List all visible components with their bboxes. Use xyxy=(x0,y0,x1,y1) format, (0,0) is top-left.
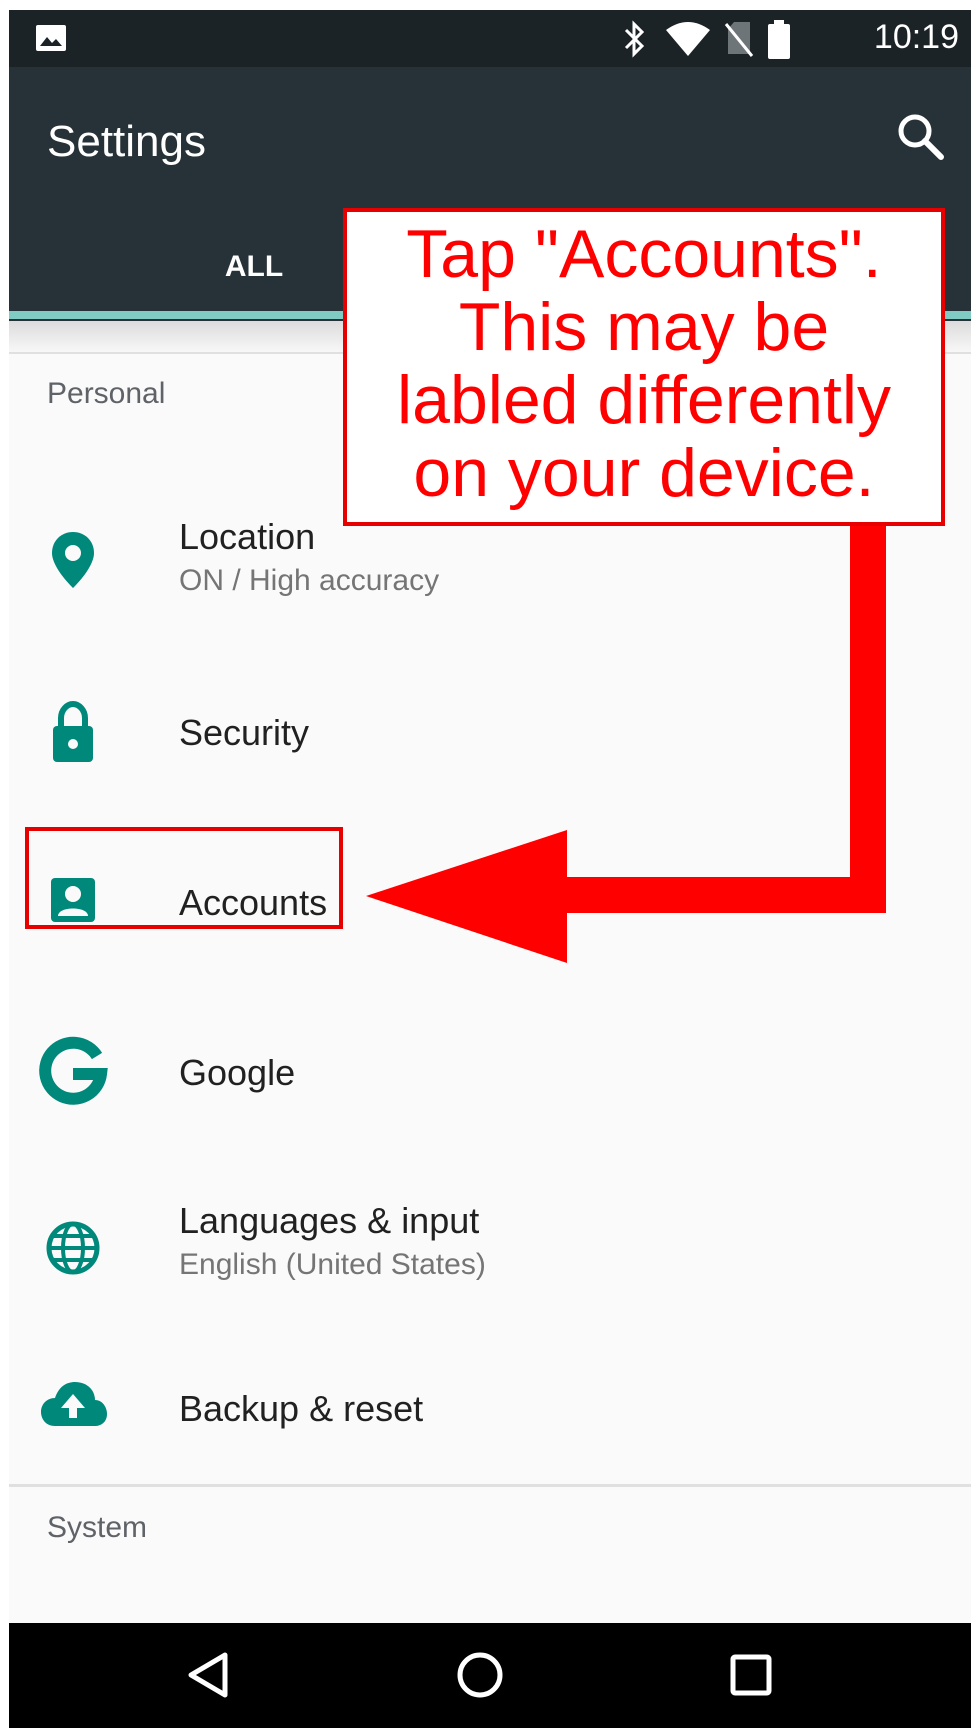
google-g-icon xyxy=(39,1036,108,1105)
location-pin-icon xyxy=(52,532,94,588)
settings-item-label: Security xyxy=(179,712,310,753)
recents-icon[interactable] xyxy=(721,1645,781,1705)
settings-item-label: Google xyxy=(179,1052,296,1093)
annotation-callout: Tap "Accounts". This may be labled diffe… xyxy=(343,208,945,526)
image-notification-icon xyxy=(36,25,66,51)
settings-item-label: Location xyxy=(179,516,316,557)
annotation-line: This may be xyxy=(458,289,830,365)
status-bar: 10:19 xyxy=(9,10,971,67)
globe-icon xyxy=(46,1221,100,1275)
lock-icon xyxy=(53,700,93,762)
annotation-line: on your device. xyxy=(413,435,875,511)
home-icon[interactable] xyxy=(450,1645,510,1705)
settings-item-label: Languages & input xyxy=(179,1200,480,1241)
bluetooth-icon xyxy=(624,20,645,58)
wifi-icon xyxy=(666,22,710,56)
settings-item-label: Backup & reset xyxy=(179,1388,424,1429)
settings-item-summary: ON / High accuracy xyxy=(179,564,440,597)
settings-item-security[interactable]: Security xyxy=(9,690,971,810)
search-icon[interactable] xyxy=(893,109,949,165)
annotation-line: Tap "Accounts". xyxy=(406,216,882,292)
battery-icon xyxy=(768,20,790,59)
settings-item-backup[interactable]: Backup & reset xyxy=(9,1370,971,1480)
back-icon[interactable] xyxy=(179,1645,239,1705)
section-header-system: System xyxy=(47,1511,148,1544)
no-sim-icon xyxy=(724,22,754,57)
accounts-highlight-box xyxy=(25,827,343,929)
settings-item-google[interactable]: Google xyxy=(9,1030,971,1150)
divider xyxy=(9,1484,971,1487)
settings-item-languages[interactable]: Languages & input English (United States… xyxy=(9,1180,971,1320)
section-header-personal: Personal xyxy=(47,377,166,410)
annotation-line: labled differently xyxy=(397,362,891,438)
clock: 10:19 xyxy=(873,18,959,56)
cloud-upload-icon xyxy=(41,1382,107,1426)
page-title: Settings xyxy=(47,117,206,166)
settings-item-summary: English (United States) xyxy=(179,1248,486,1281)
navigation-bar xyxy=(9,1623,971,1728)
tab-all[interactable]: ALL xyxy=(129,237,379,297)
